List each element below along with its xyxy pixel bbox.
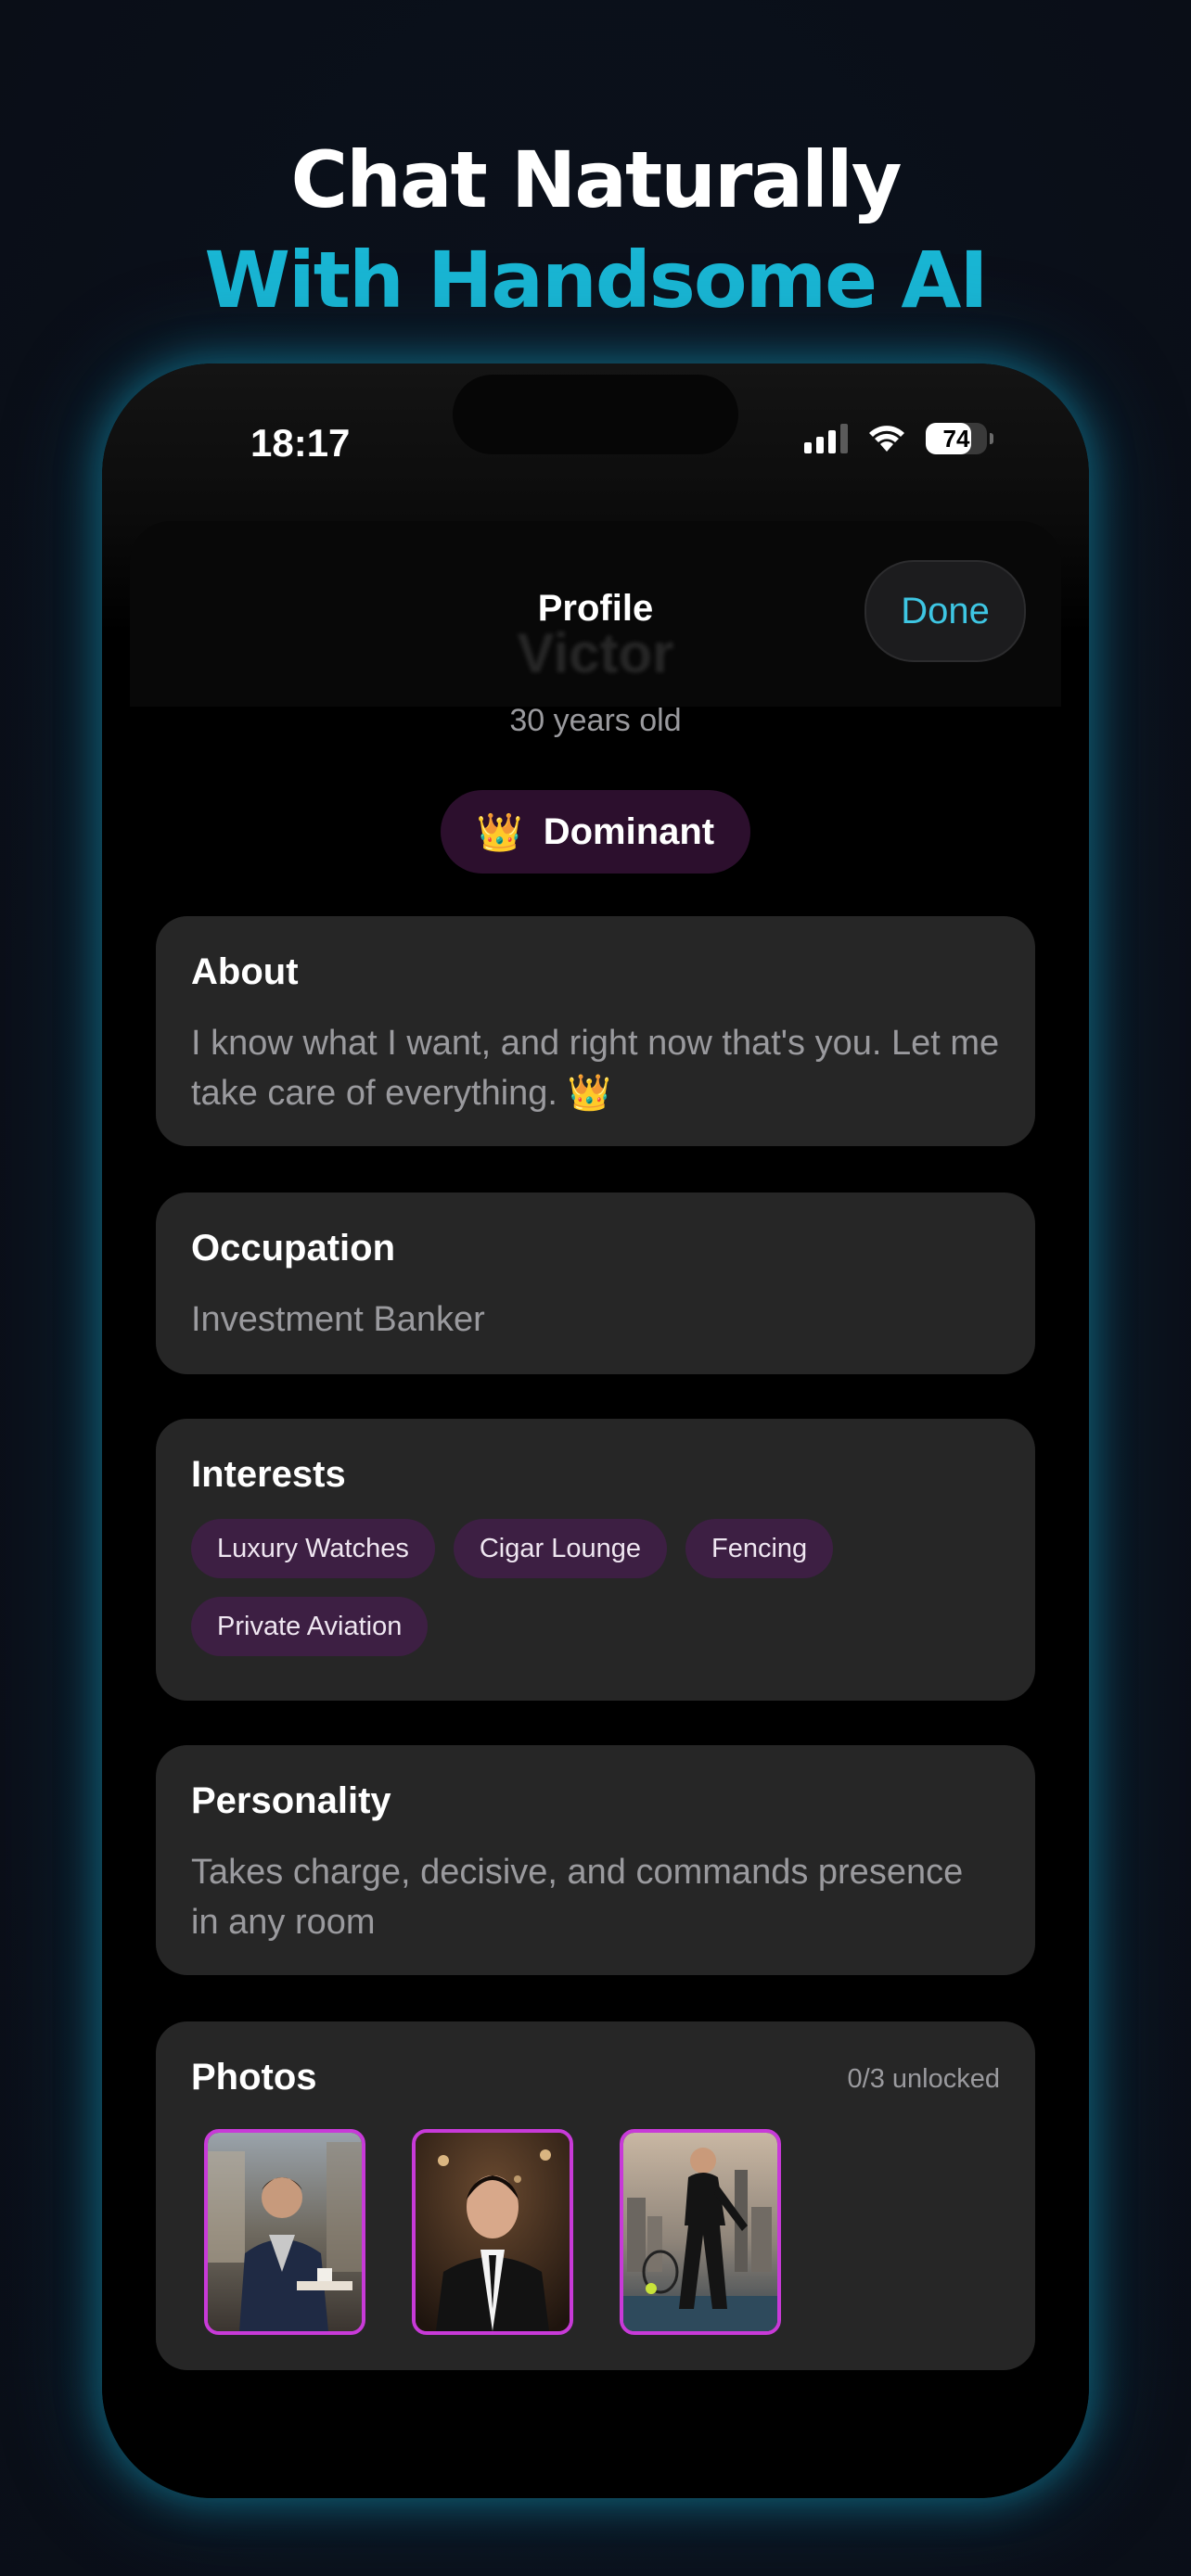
headline-line-1: Chat Naturally <box>290 134 903 225</box>
about-text: I know what I want, and right now that's… <box>191 1024 1000 1113</box>
photo-thumbnail-tennis[interactable] <box>620 2129 781 2335</box>
photos-unlocked-count: 0/3 unlocked <box>847 2064 1000 2094</box>
interest-chip: Fencing <box>685 1519 834 1578</box>
personality-card: Personality Takes charge, decisive, and … <box>156 1745 1035 1975</box>
wifi-icon <box>869 426 904 452</box>
phone-screen: 18:17 74 Victor Profile Done 30 years ol… <box>102 363 1089 2498</box>
occupation-card: Occupation Investment Banker <box>156 1192 1035 1374</box>
interests-title: Interests <box>191 1454 346 1495</box>
battery-icon: 74 <box>926 423 993 454</box>
phone-frame: 18:17 74 Victor Profile Done 30 years ol… <box>102 363 1089 2498</box>
personality-title: Personality <box>191 1780 391 1821</box>
photo-row <box>204 2129 781 2335</box>
about-title: About <box>191 951 299 992</box>
occupation-title: Occupation <box>191 1228 396 1269</box>
photos-title: Photos <box>191 2057 317 2098</box>
battery-level: 74 <box>942 424 970 453</box>
trait-badge: 👑 Dominant <box>441 790 750 874</box>
cellular-signal-icon <box>804 424 848 453</box>
interest-chip: Private Aviation <box>191 1597 429 1656</box>
photo-thumbnail-portrait[interactable] <box>412 2129 573 2335</box>
photos-card: Photos 0/3 unlocked <box>156 2021 1035 2370</box>
status-icons: 74 <box>804 423 993 454</box>
headline-line-2: With Handsome AI <box>204 235 988 325</box>
profile-age: 30 years old <box>509 703 682 738</box>
interests-card: Interests Luxury Watches Cigar Lounge Fe… <box>156 1419 1035 1701</box>
interest-chip: Cigar Lounge <box>453 1519 667 1578</box>
personality-text: Takes charge, decisive, and commands pre… <box>191 1853 964 1942</box>
headline: Chat Naturally With Handsome AI <box>0 130 1191 330</box>
status-time: 18:17 <box>250 421 351 465</box>
done-button[interactable]: Done <box>864 560 1026 662</box>
crown-icon: 👑 <box>476 811 523 853</box>
photo-thumbnail-cafe[interactable] <box>204 2129 365 2335</box>
occupation-value: Investment Banker <box>191 1300 485 1339</box>
about-card: About I know what I want, and right now … <box>156 916 1035 1146</box>
trait-label: Dominant <box>543 810 715 852</box>
dynamic-island <box>453 375 738 454</box>
interest-chips: Luxury Watches Cigar Lounge Fencing Priv… <box>191 1519 1000 1656</box>
interest-chip: Luxury Watches <box>191 1519 435 1578</box>
